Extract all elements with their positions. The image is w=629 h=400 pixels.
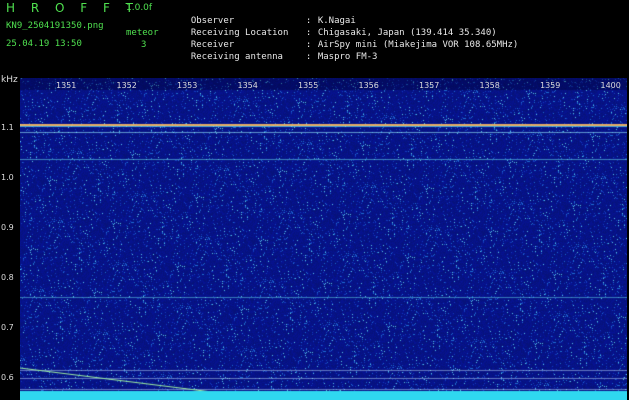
file-name: KN9_2504191350.png: [6, 21, 104, 31]
y-tick-label: 0.6: [1, 373, 14, 382]
spectrogram-canvas: [20, 78, 627, 400]
x-tick-label: 1351: [56, 81, 77, 90]
meteor-count: 3: [141, 40, 147, 50]
x-tick-label: 1353: [177, 81, 198, 90]
x-tick-label: 1357: [419, 81, 440, 90]
app-title: H R O F F T: [6, 1, 140, 15]
x-tick-label: 1358: [479, 81, 500, 90]
version-label: 1.0.0f: [126, 3, 153, 13]
y-tick-label: 0.8: [1, 273, 14, 282]
x-tick-label: 1356: [358, 81, 379, 90]
y-tick-label: 1.0: [1, 173, 14, 182]
meta-value: Maspro FM-3: [317, 52, 378, 62]
x-tick-label: 1400: [600, 81, 621, 90]
spectrogram: [20, 78, 627, 400]
meteor-label: meteor: [126, 28, 159, 38]
x-tick-label: 1355: [298, 81, 319, 90]
x-tick-label: 1354: [237, 81, 258, 90]
timestamp: 25.04.19 13:50: [6, 39, 82, 49]
y-tick-label: 0.7: [1, 323, 14, 332]
y-tick-label: 1.1: [1, 123, 14, 132]
meta-label: Receiving antenna: [190, 52, 283, 62]
axis-unit: kHz: [1, 75, 18, 85]
y-tick-label: 0.9: [1, 223, 14, 232]
x-tick-label: 1352: [116, 81, 137, 90]
x-tick-label: 1359: [540, 81, 561, 90]
meta-row-antenna: Receiving antenna: Maspro FM-3: [190, 52, 378, 62]
